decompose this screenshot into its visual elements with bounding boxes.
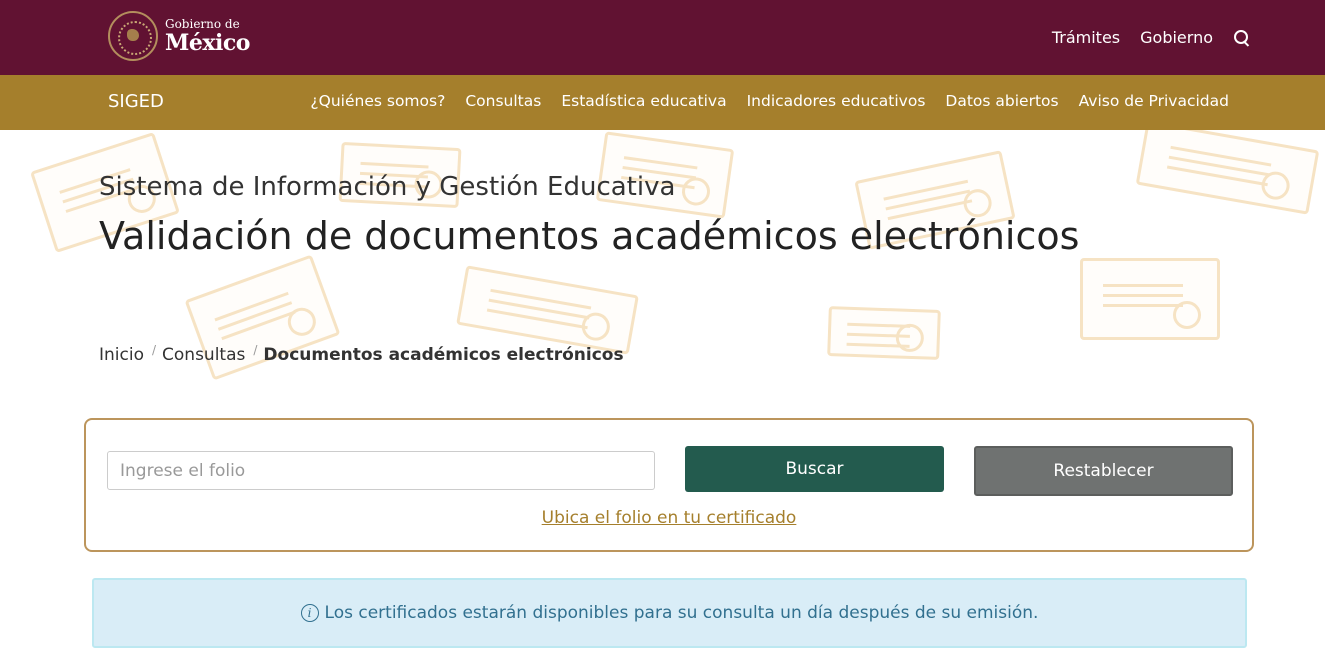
info-alert-text: Los certificados estarán disponibles par… xyxy=(324,603,1039,623)
search-icon[interactable] xyxy=(1233,29,1251,47)
gov-nav-gobierno[interactable]: Gobierno xyxy=(1140,28,1213,47)
gov-logo-big: México xyxy=(165,30,250,56)
gobierno-mexico-seal-icon xyxy=(108,11,158,61)
certificate-decoration-icon xyxy=(827,306,941,360)
nav-aviso-privacidad[interactable]: Aviso de Privacidad xyxy=(1079,92,1229,110)
breadcrumb-separator: / xyxy=(253,343,258,357)
gov-logo-link[interactable]: Gobierno de México xyxy=(108,11,250,61)
breadcrumb-consultas[interactable]: Consultas xyxy=(162,345,245,365)
certificate-decoration-icon xyxy=(456,265,639,355)
gov-header: Gobierno de México Trámites Gobierno xyxy=(0,0,1325,75)
breadcrumb: Inicio / Consultas / Documentos académic… xyxy=(99,343,624,365)
gov-logo-small: Gobierno de xyxy=(165,17,240,31)
info-icon: i xyxy=(300,604,319,622)
folio-search-card: Buscar Restablecer Ubica el folio en tu … xyxy=(84,418,1254,552)
search-button[interactable]: Buscar xyxy=(685,446,944,492)
nav-indicadores-educativos[interactable]: Indicadores educativos xyxy=(747,92,926,110)
nav-quienes-somos[interactable]: ¿Quiénes somos? xyxy=(310,92,445,110)
page-subtitle: Sistema de Información y Gestión Educati… xyxy=(99,172,676,202)
gov-nav-tramites[interactable]: Trámites xyxy=(1052,28,1120,47)
nav-estadistica-educativa[interactable]: Estadística educativa xyxy=(561,92,726,110)
gov-logo-text: Gobierno de México xyxy=(165,18,250,54)
breadcrumb-inicio[interactable]: Inicio xyxy=(99,345,144,365)
folio-help-container: Ubica el folio en tu certificado xyxy=(86,508,1252,528)
reset-button[interactable]: Restablecer xyxy=(974,446,1233,496)
siged-brand-link[interactable]: SIGED xyxy=(108,91,164,112)
siged-navbar: SIGED ¿Quiénes somos? Consultas Estadíst… xyxy=(0,75,1325,130)
page-title: Validación de documentos académicos elec… xyxy=(99,214,1080,258)
nav-datos-abiertos[interactable]: Datos abiertos xyxy=(945,92,1058,110)
breadcrumb-current: Documentos académicos electrónicos xyxy=(263,345,624,365)
nav-consultas[interactable]: Consultas xyxy=(465,92,541,110)
folio-help-link[interactable]: Ubica el folio en tu certificado xyxy=(542,508,797,528)
info-alert: i Los certificados estarán disponibles p… xyxy=(92,578,1247,648)
certificate-decoration-icon xyxy=(1080,258,1220,340)
folio-input[interactable] xyxy=(107,451,655,490)
certificate-decoration-icon xyxy=(1135,130,1320,215)
siged-nav: ¿Quiénes somos? Consultas Estadística ed… xyxy=(310,92,1229,110)
breadcrumb-separator: / xyxy=(151,343,157,357)
gov-nav: Trámites Gobierno xyxy=(1052,28,1251,47)
